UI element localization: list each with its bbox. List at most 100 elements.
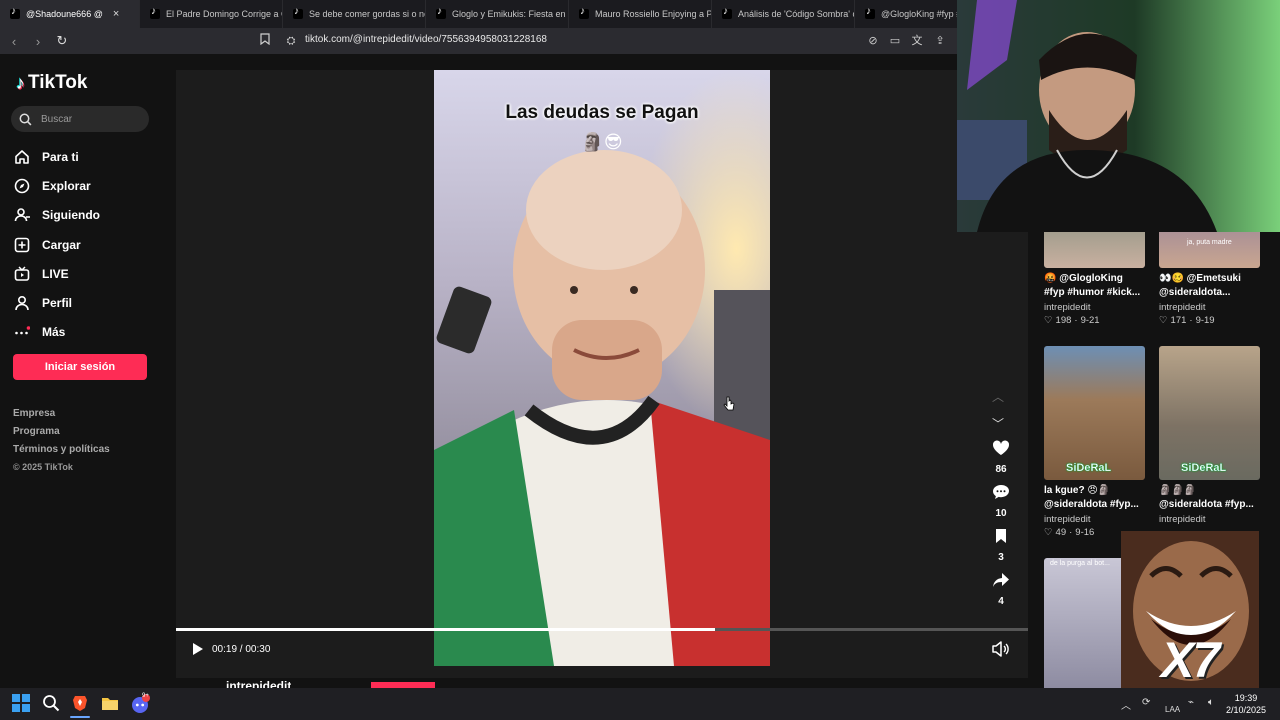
translate-icon[interactable]: 文	[909, 33, 925, 49]
nav-item-label: Siguiendo	[42, 208, 100, 223]
file-explorer-icon[interactable]	[101, 694, 121, 714]
heart-outline-icon: ♡	[1044, 315, 1053, 326]
tiktok-favicon-icon	[10, 6, 20, 19]
video-author: intrepidedit	[1044, 514, 1091, 525]
url-field[interactable]: tiktok.com/@intrepidedit/video/755639495…	[305, 34, 547, 45]
video-thumbnail[interactable]: ja, puta madre	[1159, 232, 1260, 268]
nav-item-live[interactable]: LIVE	[14, 259, 100, 288]
heart-outline-icon: ♡	[1044, 527, 1053, 538]
nav-item-perfil[interactable]: Perfil	[14, 288, 100, 317]
nav-item-label: Perfil	[42, 296, 73, 311]
like-count: 86	[995, 464, 1007, 475]
video-title-line2: @sideraldota #fyp...	[1159, 499, 1254, 510]
webcam-image	[957, 0, 1280, 232]
forward-icon[interactable]: ›	[28, 31, 48, 51]
meme-multiplier: X7	[1161, 632, 1220, 688]
brave-browser-icon[interactable]	[71, 694, 91, 714]
nav-item-mas[interactable]: Más	[14, 318, 100, 347]
discord-notification-badge: 9+	[142, 693, 149, 699]
tiktok-favicon-icon	[722, 6, 732, 19]
bookmark-icon[interactable]	[257, 33, 273, 49]
speaker-icon[interactable]: 🔈︎	[1208, 697, 1214, 708]
browser-tab[interactable]: Se debe comer gordas si o no?	[283, 0, 426, 28]
live-icon	[14, 266, 30, 282]
browser-tab[interactable]: Análisis de 'Código Sombra' co	[712, 0, 855, 28]
address-bar: ‹ › ↻ ⛭ tiktok.com/@intrepidedit/video/7…	[0, 28, 960, 54]
heart-icon	[992, 440, 1010, 455]
taskbar-clock[interactable]: 19:39 2/10/2025	[1226, 692, 1266, 716]
tab-label: Se debe comer gordas si o no?	[309, 9, 426, 19]
footer-link-programa[interactable]: Programa	[13, 426, 110, 444]
video-thumbnail[interactable]: SiDeRaL	[1159, 346, 1260, 480]
time-display: 00:19 / 00:30	[212, 643, 271, 655]
mute-tab-icon[interactable]: ⊘	[865, 33, 881, 49]
sidebar: ♪ TikTok Para ti Explorar Siguiendo Carg…	[0, 54, 170, 688]
clock-date: 2/10/2025	[1226, 705, 1267, 715]
play-icon[interactable]	[192, 642, 204, 656]
browser-tab[interactable]: El Padre Domingo Corrige a Gl...	[140, 0, 283, 28]
reader-mode-icon[interactable]: ▭	[887, 33, 903, 49]
footer-link-terminos[interactable]: Términos y políticas	[13, 444, 110, 462]
tiktok-favicon-icon	[865, 6, 875, 19]
video-likes: 198	[1055, 315, 1072, 326]
nav-item-cargar[interactable]: Cargar	[14, 230, 100, 259]
footer-link-empresa[interactable]: Empresa	[13, 408, 110, 426]
logo-text: TikTok	[28, 72, 88, 93]
author-name[interactable]: intrepidedit	[226, 679, 291, 688]
tray-app-icon[interactable]: ⟳	[1142, 697, 1150, 708]
save-button[interactable]: 3	[990, 528, 1012, 563]
tiktok-logo-icon: ♪	[16, 72, 25, 93]
nav-item-para-ti[interactable]: Para ti	[14, 142, 100, 171]
share-button[interactable]: 4	[990, 572, 1012, 607]
browser-tab[interactable]: Mauro Rossiello Enjoying a Poc	[569, 0, 712, 28]
browser-tab[interactable]: Gloglo y Emikukis: Fiesta en la	[426, 0, 569, 28]
video-likes: 171	[1170, 315, 1187, 326]
related-video-card[interactable]: 🤬 @GlogloKing #fyp #humor #kick... intre…	[1044, 232, 1145, 326]
related-video-card[interactable]: ja, puta madre 👀🥴 @Emetsuki @sideraldota…	[1159, 232, 1260, 326]
browser-tab-active[interactable]: @Shadoune666 @ ×	[0, 0, 140, 28]
tray-chevron-icon[interactable]: ︿	[1121, 697, 1131, 712]
like-button[interactable]: 86	[990, 440, 1012, 475]
tiktok-logo[interactable]: ♪ TikTok	[16, 72, 87, 94]
tab-label: @GlogloKing #fyp #g	[881, 9, 960, 19]
reload-icon[interactable]: ↻	[52, 31, 72, 51]
browser-tab[interactable]: @GlogloKing #fyp #g	[855, 0, 960, 28]
thumbnail-badge: SiDeRaL	[1066, 462, 1112, 474]
tiktok-favicon-icon	[579, 6, 589, 19]
search-input[interactable]	[39, 112, 134, 126]
nav-item-siguiendo[interactable]: Siguiendo	[14, 201, 100, 230]
next-video-icon[interactable]: ﹀	[992, 415, 1004, 432]
login-button[interactable]: Iniciar sesión	[13, 354, 147, 380]
video-caption: Las deudas se Pagan	[505, 102, 699, 123]
close-tab-icon[interactable]: ×	[113, 8, 119, 20]
back-icon[interactable]: ‹	[4, 31, 24, 51]
tab-label: Mauro Rossiello Enjoying a Poc	[595, 9, 712, 19]
site-info-icon[interactable]: ⛭	[283, 33, 299, 49]
progress-bar[interactable]	[176, 628, 1028, 631]
discord-icon[interactable]: 9+	[130, 693, 150, 714]
nav-item-label: Para ti	[42, 149, 79, 164]
related-video-card[interactable]: SiDeRaL 🗿🗿🗿 @sideraldota #fyp... intrepi…	[1159, 346, 1260, 525]
share-icon[interactable]: ⇪	[932, 33, 948, 49]
streamer-webcam	[957, 0, 1280, 232]
following-icon	[14, 207, 30, 223]
footer-links: Empresa Programa Términos y políticas © …	[13, 408, 110, 480]
volume-icon[interactable]	[992, 641, 1010, 659]
search-icon	[19, 113, 32, 125]
nav-item-label: Cargar	[42, 237, 81, 252]
language-indicator[interactable]: LAA	[1165, 705, 1180, 714]
nav-item-explorar[interactable]: Explorar	[14, 171, 100, 200]
video-date: 9-16	[1075, 527, 1095, 538]
video-thumbnail[interactable]	[1044, 232, 1145, 268]
network-icon[interactable]: ⌁	[1188, 697, 1194, 708]
video-player[interactable]: Las deudas se Pagan 🗿😎	[434, 70, 770, 666]
related-video-card[interactable]: SiDeRaL la kgue? 😠🗿 @sideraldota #fyp...…	[1044, 346, 1145, 538]
comment-button[interactable]: 10	[990, 484, 1012, 519]
windows-start-icon[interactable]	[12, 694, 32, 714]
previous-video-icon[interactable]: ︿	[992, 388, 1004, 405]
tab-label: Gloglo y Emikukis: Fiesta en la	[452, 9, 569, 19]
search-icon[interactable]	[42, 694, 62, 714]
search-box[interactable]	[11, 106, 149, 132]
video-thumbnail[interactable]: SiDeRaL	[1044, 346, 1145, 480]
clock-time: 19:39	[1234, 693, 1258, 703]
